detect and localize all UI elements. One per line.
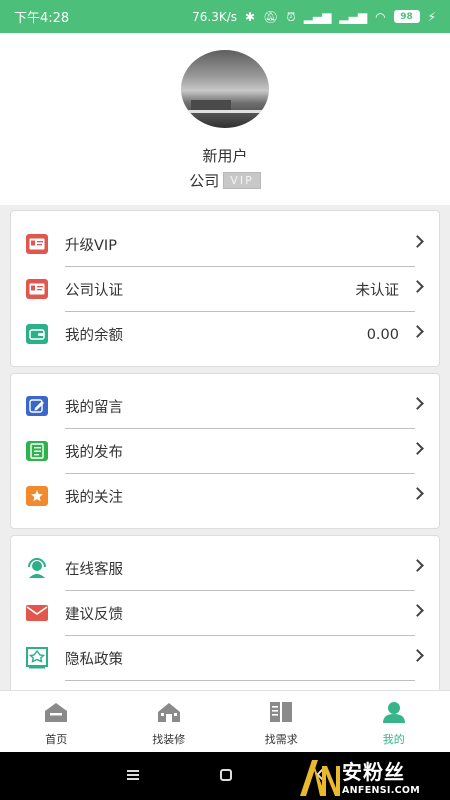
headset-icon [26, 558, 48, 578]
balance-value: 0.00 [366, 326, 399, 343]
tab-find-demand[interactable]: 找需求 [225, 691, 338, 752]
company-label: 公司 [189, 172, 220, 190]
menu-item-balance[interactable]: 我的余额 0.00 [11, 312, 439, 357]
book-icon [268, 701, 294, 723]
profile-header: 新用户 公司 VIP [0, 33, 450, 205]
verify-status: 未认证 [355, 283, 400, 299]
alarm-icon: ⏰︎ [286, 9, 296, 24]
menu-item-my-follows[interactable]: 我的关注 [11, 474, 439, 519]
menu-item-privacy-policy[interactable]: 隐私政策 [11, 636, 439, 681]
menu-label: 公司认证 [65, 283, 123, 299]
menu-icon[interactable] [127, 770, 139, 780]
menu-item-company-verify[interactable]: 公司认证 未认证 [11, 267, 439, 312]
menu-item-upgrade-vip[interactable]: 升级VIP [11, 222, 439, 267]
menu-label: 隐私政策 [65, 652, 123, 668]
menu-card-activity: 我的留言 我的发布 我的关注 [10, 373, 440, 529]
house-icon [156, 701, 182, 723]
signal-icon: ▂▄▆ [303, 9, 332, 24]
watermark-cn: 安粉丝 [342, 760, 405, 784]
watermark-en: ANFENSI.COM [342, 785, 421, 796]
charging-icon: ⚡︎ [427, 9, 436, 24]
menu-label: 我的关注 [65, 490, 123, 506]
tab-home[interactable]: 首页 [0, 691, 113, 752]
tab-label: 我的 [382, 733, 405, 746]
company-row: 公司 VIP [0, 170, 450, 191]
mail-icon [26, 603, 48, 623]
menu-label: 在线客服 [65, 562, 123, 578]
chevron-right-icon [411, 280, 424, 293]
edit-note-icon [26, 396, 48, 416]
chevron-right-icon [411, 325, 424, 338]
menu-item-online-service[interactable]: 在线客服 [11, 546, 439, 591]
menu-card-account: 升级VIP 公司认证 未认证 我的余额 0.00 [10, 210, 440, 367]
menu-label: 我的留言 [65, 400, 123, 416]
star-icon [26, 486, 48, 506]
id-card-icon [26, 279, 48, 299]
tab-label: 找装修 [152, 733, 186, 746]
chevron-right-icon [411, 397, 424, 410]
divider [65, 680, 415, 681]
wallet-icon [26, 324, 48, 344]
tab-find-decoration[interactable]: 找装修 [113, 691, 226, 752]
list-doc-icon [26, 441, 48, 461]
watermark: 安粉丝 ANFENSI.COM [296, 752, 446, 800]
shield-doc-icon [26, 647, 48, 669]
battery-icon: 98 [393, 10, 420, 23]
chevron-right-icon [411, 649, 424, 662]
home-button-icon[interactable] [220, 769, 232, 781]
user-icon [381, 701, 407, 723]
chevron-right-icon [411, 604, 424, 617]
network-speed: 76.3K/s [192, 9, 238, 24]
battery-level: 98 [400, 11, 413, 22]
mute-bell-icon: 🔕︎ [263, 9, 279, 24]
menu-card-support: 在线客服 建议反馈 隐私政策 [10, 535, 440, 695]
menu-item-my-messages[interactable]: 我的留言 [11, 384, 439, 429]
menu-label: 升级VIP [65, 238, 117, 254]
chevron-right-icon [411, 235, 424, 248]
menu-label: 我的发布 [65, 445, 123, 461]
id-card-icon [26, 234, 48, 254]
bottom-tab-bar: 首页 找装修 找需求 我的 [0, 690, 450, 752]
vip-badge: VIP [223, 172, 261, 189]
tab-mine[interactable]: 我的 [338, 691, 450, 752]
chevron-right-icon [411, 559, 424, 572]
bluetooth-icon: ✱ [245, 9, 256, 24]
avatar[interactable] [181, 50, 269, 128]
home-icon [43, 701, 69, 723]
status-time: 下午4:28 [14, 11, 70, 26]
tab-label: 首页 [45, 733, 68, 746]
signal-icon-2: ▂▄▆ [339, 9, 368, 24]
chevron-right-icon [411, 487, 424, 500]
menu-label: 建议反馈 [65, 607, 123, 623]
menu-item-feedback[interactable]: 建议反馈 [11, 591, 439, 636]
menu-item-my-posts[interactable]: 我的发布 [11, 429, 439, 474]
wifi-icon: ◠ [375, 9, 386, 24]
watermark-logo-icon [296, 754, 340, 798]
menu-label: 我的余额 [65, 328, 123, 344]
tab-label: 找需求 [264, 733, 298, 746]
status-bar: 下午4:28 76.3K/s ✱ 🔕︎ ⏰︎ ▂▄▆ ▂▄▆ ◠ 98 ⚡︎ [0, 0, 450, 33]
username: 新用户 [202, 147, 248, 165]
chevron-right-icon [411, 442, 424, 455]
